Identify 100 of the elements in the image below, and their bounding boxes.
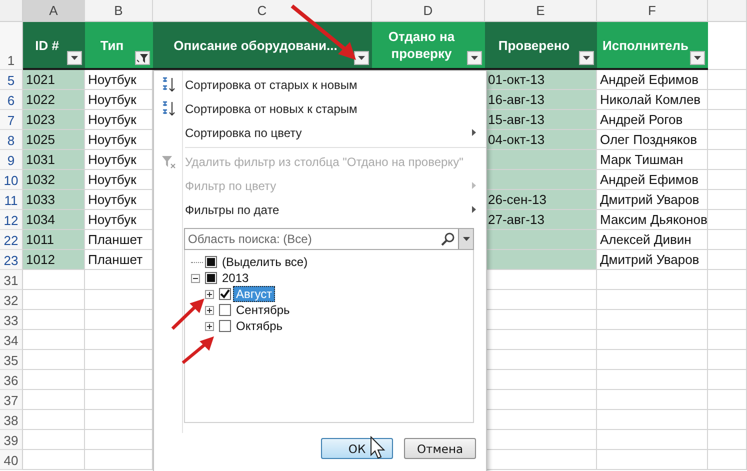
checkbox[interactable] — [219, 320, 231, 332]
table-cell — [23, 290, 85, 310]
row-number[interactable]: 22 — [0, 230, 23, 250]
menu-item[interactable]: Сортировка от новых к старым — [154, 97, 486, 121]
table-cell: Алексей Дивин — [597, 230, 708, 250]
table-cell — [23, 410, 85, 430]
checkbox[interactable] — [219, 304, 231, 316]
row-number[interactable]: 32 — [0, 290, 23, 310]
row-number[interactable]: 8 — [0, 130, 23, 150]
table-cell: Андрей Ефимов — [597, 170, 708, 190]
tree-item[interactable]: 2013 — [219, 270, 252, 286]
menu-item[interactable]: Фильтры по дате — [154, 198, 486, 222]
table-cell — [708, 170, 747, 190]
row-number[interactable]: 40 — [0, 450, 23, 470]
collapse-icon[interactable] — [191, 274, 200, 282]
submenu-arrow-icon — [472, 182, 476, 189]
table-cell — [708, 410, 747, 430]
table-cell — [708, 430, 747, 450]
row-number[interactable]: 36 — [0, 370, 23, 390]
table-cell: Марк Тишман — [597, 150, 708, 170]
clear-filter-icon — [161, 154, 177, 170]
row-number[interactable]: 23 — [0, 250, 23, 270]
row-number[interactable]: 6 — [0, 90, 23, 110]
row-number[interactable]: 12 — [0, 210, 23, 230]
row-number[interactable]: 10 — [0, 170, 23, 190]
row-number[interactable]: 33 — [0, 310, 23, 330]
ok-button[interactable]: ОК — [321, 438, 393, 459]
table-cell — [708, 110, 747, 130]
table-cell — [708, 190, 747, 210]
table-cell: Андрей Ефимов — [597, 70, 708, 90]
table-cell: 1031 — [23, 150, 85, 170]
column-header[interactable]: F — [597, 0, 708, 22]
checkbox[interactable] — [205, 272, 217, 284]
row-number[interactable]: 39 — [0, 430, 23, 450]
table-cell: Ноутбук — [85, 110, 153, 130]
filter-dropdown-button[interactable] — [579, 51, 594, 65]
column-header[interactable]: C — [153, 0, 372, 22]
dropdown-arrow-icon — [471, 56, 478, 60]
checkbox[interactable] — [219, 288, 231, 300]
table-cell: 1021 — [23, 70, 85, 90]
table-cell: Николай Комлев — [597, 90, 708, 110]
table-cell: Ноутбук — [85, 170, 153, 190]
table-cell: 27-авг-13 — [485, 210, 597, 230]
row-number[interactable]: 1 — [0, 22, 23, 70]
table-cell — [23, 350, 85, 370]
menu-item[interactable]: Сортировка по цвету — [154, 121, 486, 145]
table-cell: Олег Поздняков — [597, 130, 708, 150]
expand-icon[interactable] — [205, 322, 214, 330]
submenu-arrow-icon — [472, 129, 476, 136]
table-cell — [708, 270, 747, 290]
table-cell: 04-окт-13 — [485, 130, 597, 150]
table-cell: Планшет — [85, 250, 153, 270]
active-filter-button[interactable] — [135, 51, 150, 65]
table-cell: Ноутбук — [85, 70, 153, 90]
table-cell — [23, 450, 85, 470]
header-text: ID # — [35, 36, 59, 54]
sort-descending-icon — [161, 101, 177, 117]
dropdown-arrow-icon — [71, 56, 78, 60]
filter-dropdown-button[interactable] — [690, 51, 705, 65]
dropdown-arrow-icon — [694, 56, 701, 60]
column-header[interactable]: A — [23, 0, 85, 22]
table-cell — [708, 330, 747, 350]
row-number[interactable]: 11 — [0, 190, 23, 210]
table-cell — [708, 450, 747, 470]
tree-item[interactable]: Октябрь — [233, 318, 286, 334]
checkbox[interactable] — [205, 256, 217, 268]
row-number[interactable]: 31 — [0, 270, 23, 290]
table-cell: 1033 — [23, 190, 85, 210]
table-cell: 1012 — [23, 250, 85, 270]
dropdown-arrow-icon — [462, 237, 470, 241]
column-header[interactable]: D — [372, 0, 485, 22]
dropdown-arrow-icon — [358, 56, 365, 60]
table-cell — [708, 70, 747, 90]
row-number[interactable]: 35 — [0, 350, 23, 370]
row-number[interactable]: 34 — [0, 330, 23, 350]
expand-icon[interactable] — [205, 306, 214, 314]
row-number[interactable]: 38 — [0, 410, 23, 430]
search-icon — [441, 232, 455, 246]
filter-dropdown-button[interactable] — [354, 51, 369, 65]
row-number[interactable]: 5 — [0, 70, 23, 90]
search-field[interactable]: Область поиска: (Все) — [184, 228, 474, 250]
table-cell — [708, 390, 747, 410]
cancel-button[interactable]: Отмена — [404, 438, 476, 459]
filter-dropdown-button[interactable] — [67, 51, 82, 65]
table-cell — [708, 230, 747, 250]
table-cell: 26-сен-13 — [485, 190, 597, 210]
tree-item[interactable]: Сентябрь — [233, 302, 293, 318]
table-cell: Андрей Рогов — [597, 110, 708, 130]
column-header[interactable]: B — [85, 0, 153, 22]
expand-icon[interactable] — [205, 290, 214, 298]
table-cell — [708, 310, 747, 330]
tree-item[interactable]: (Выделить все) — [219, 254, 311, 270]
row-number[interactable]: 37 — [0, 390, 23, 410]
table-cell — [708, 22, 747, 70]
scope-dropdown-button[interactable] — [458, 229, 473, 249]
column-header[interactable]: E — [485, 0, 597, 22]
row-number[interactable]: 9 — [0, 150, 23, 170]
menu-item[interactable]: Сортировка от старых к новым — [154, 73, 486, 97]
filter-dropdown-button[interactable] — [467, 51, 482, 65]
row-number[interactable]: 7 — [0, 110, 23, 130]
